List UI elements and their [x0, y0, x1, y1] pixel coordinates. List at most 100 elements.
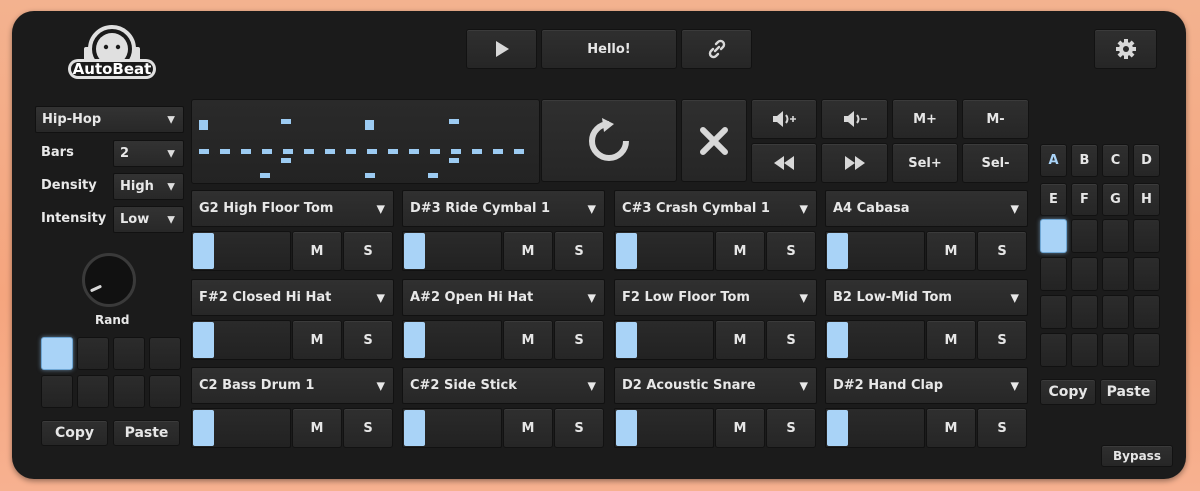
solo-button[interactable]: S [343, 408, 393, 448]
slot-pad[interactable] [1040, 295, 1067, 329]
step-sequencer-display[interactable] [191, 99, 540, 184]
slot-pad[interactable] [1040, 333, 1067, 367]
track-volume-slider[interactable] [825, 408, 925, 448]
mute-button[interactable]: M [715, 231, 765, 271]
density-dropdown[interactable]: High ▼ [113, 173, 184, 200]
pattern-pad[interactable] [77, 375, 109, 408]
slider-handle[interactable] [404, 233, 425, 269]
track-instrument-dropdown[interactable]: F2 Low Floor Tom ▼ [614, 279, 817, 316]
bank-button[interactable]: A [1040, 144, 1067, 177]
pattern-pad[interactable] [113, 375, 145, 408]
solo-button[interactable]: S [343, 231, 393, 271]
mute-button[interactable]: M [715, 320, 765, 360]
solo-button[interactable]: S [977, 231, 1027, 271]
track-volume-slider[interactable] [402, 231, 502, 271]
bank-button[interactable]: G [1102, 183, 1129, 216]
track-instrument-dropdown[interactable]: F#2 Closed Hi Hat ▼ [191, 279, 394, 316]
mute-button[interactable]: M [292, 231, 342, 271]
slot-pad[interactable] [1071, 333, 1098, 367]
slider-handle[interactable] [193, 410, 214, 446]
sel-minus-button[interactable]: Sel- [962, 143, 1029, 183]
right-copy-button[interactable]: Copy [1040, 379, 1096, 405]
slot-pad[interactable] [1102, 295, 1129, 329]
slider-handle[interactable] [616, 233, 637, 269]
rewind-button[interactable] [751, 143, 817, 183]
slot-pad[interactable] [1133, 295, 1160, 329]
slider-handle[interactable] [404, 410, 425, 446]
mute-button[interactable]: M [292, 408, 342, 448]
solo-button[interactable]: S [977, 320, 1027, 360]
track-volume-slider[interactable] [191, 320, 291, 360]
track-instrument-dropdown[interactable]: C2 Bass Drum 1 ▼ [191, 367, 394, 404]
solo-button[interactable]: S [343, 320, 393, 360]
slider-handle[interactable] [616, 322, 637, 358]
solo-button[interactable]: S [977, 408, 1027, 448]
track-instrument-dropdown[interactable]: D#3 Ride Cymbal 1 ▼ [402, 190, 605, 227]
track-volume-slider[interactable] [614, 408, 714, 448]
track-volume-slider[interactable] [614, 320, 714, 360]
bank-button[interactable]: H [1133, 183, 1160, 216]
slot-pad[interactable] [1102, 333, 1129, 367]
intensity-dropdown[interactable]: Low ▼ [113, 206, 184, 233]
pattern-pad[interactable] [77, 337, 109, 370]
copy-button[interactable]: Copy [41, 420, 108, 446]
slot-pad[interactable] [1071, 219, 1098, 253]
bars-dropdown[interactable]: 2 ▼ [113, 140, 184, 167]
slot-pad[interactable] [1133, 219, 1160, 253]
bypass-button[interactable]: Bypass [1101, 445, 1173, 467]
track-volume-slider[interactable] [825, 320, 925, 360]
solo-button[interactable]: S [554, 320, 604, 360]
solo-button[interactable]: S [554, 231, 604, 271]
play-button[interactable] [466, 29, 537, 69]
mute-button[interactable]: M [503, 320, 553, 360]
bank-button[interactable]: D [1133, 144, 1160, 177]
slot-pad[interactable] [1102, 257, 1129, 291]
mute-button[interactable]: M [503, 408, 553, 448]
style-dropdown[interactable]: Hip-Hop ▼ [35, 106, 184, 133]
mute-button[interactable]: M [715, 408, 765, 448]
pattern-pad[interactable] [113, 337, 145, 370]
slider-handle[interactable] [193, 322, 214, 358]
slider-handle[interactable] [616, 410, 637, 446]
mute-button[interactable]: M [292, 320, 342, 360]
settings-button[interactable] [1094, 29, 1157, 69]
bank-button[interactable]: F [1071, 183, 1098, 216]
volume-down-button[interactable] [821, 99, 888, 139]
m-plus-button[interactable]: M+ [892, 99, 958, 139]
track-instrument-dropdown[interactable]: D2 Acoustic Snare ▼ [614, 367, 817, 404]
regenerate-button[interactable] [541, 99, 677, 182]
slot-pad[interactable] [1102, 219, 1129, 253]
solo-button[interactable]: S [766, 320, 816, 360]
solo-button[interactable]: S [554, 408, 604, 448]
track-instrument-dropdown[interactable]: A#2 Open Hi Hat ▼ [402, 279, 605, 316]
pattern-pad[interactable] [41, 375, 73, 408]
slot-pad[interactable] [1133, 333, 1160, 367]
pattern-pad[interactable] [41, 337, 73, 370]
bank-button[interactable]: E [1040, 183, 1067, 216]
track-volume-slider[interactable] [191, 231, 291, 271]
track-instrument-dropdown[interactable]: G2 High Floor Tom ▼ [191, 190, 394, 227]
clear-button[interactable] [681, 99, 747, 182]
right-paste-button[interactable]: Paste [1100, 379, 1157, 405]
track-volume-slider[interactable] [402, 408, 502, 448]
slot-pad[interactable] [1133, 257, 1160, 291]
mute-button[interactable]: M [926, 408, 976, 448]
slider-handle[interactable] [827, 233, 848, 269]
sel-plus-button[interactable]: Sel+ [892, 143, 958, 183]
track-volume-slider[interactable] [402, 320, 502, 360]
track-volume-slider[interactable] [191, 408, 291, 448]
pattern-pad[interactable] [149, 337, 181, 370]
paste-button[interactable]: Paste [113, 420, 180, 446]
mute-button[interactable]: M [503, 231, 553, 271]
track-instrument-dropdown[interactable]: C#2 Side Stick ▼ [402, 367, 605, 404]
fast-forward-button[interactable] [821, 143, 888, 183]
volume-up-button[interactable] [751, 99, 817, 139]
slider-handle[interactable] [827, 322, 848, 358]
slot-pad[interactable] [1071, 257, 1098, 291]
track-instrument-dropdown[interactable]: A4 Cabasa ▼ [825, 190, 1028, 227]
solo-button[interactable]: S [766, 408, 816, 448]
mute-button[interactable]: M [926, 320, 976, 360]
track-instrument-dropdown[interactable]: B2 Low-Mid Tom ▼ [825, 279, 1028, 316]
slider-handle[interactable] [404, 322, 425, 358]
track-instrument-dropdown[interactable]: D#2 Hand Clap ▼ [825, 367, 1028, 404]
